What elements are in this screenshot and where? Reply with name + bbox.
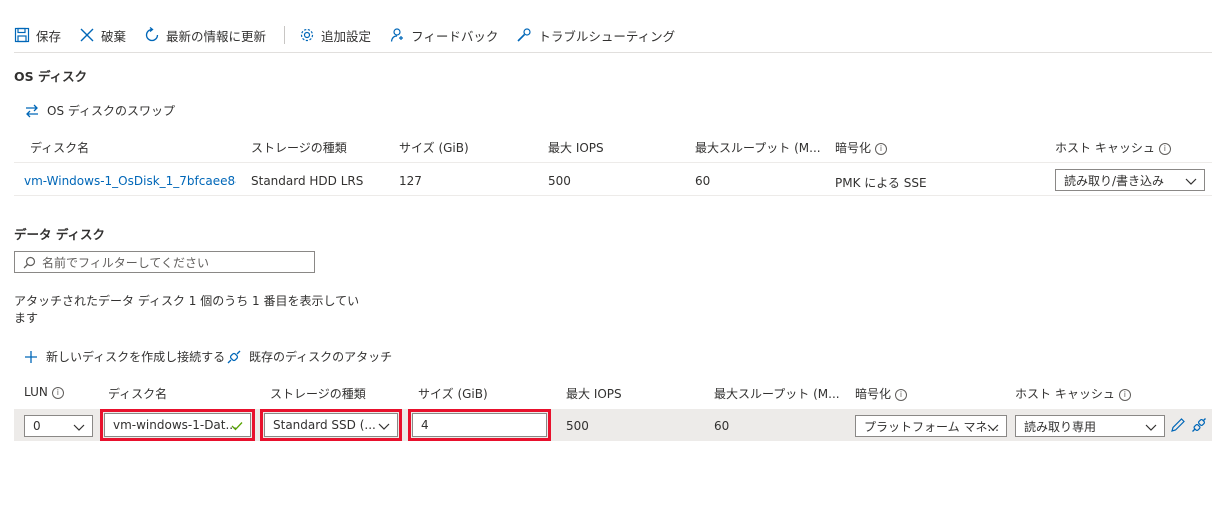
swap-icon <box>26 104 38 117</box>
data-disk-encryption-select[interactable]: プラットフォーム マネ... <box>855 415 1007 437</box>
info-icon[interactable]: i <box>875 142 888 155</box>
refresh-label: 最新の情報に更新 <box>166 28 267 44</box>
filter-input[interactable]: 名前でフィルターしてください <box>14 251 315 273</box>
data-col-iops: 最大 IOPS <box>566 387 622 401</box>
search-icon <box>23 256 36 268</box>
chevron-down-icon <box>1145 424 1157 431</box>
data-disk-encryption-value: プラットフォーム マネ... <box>864 419 999 434</box>
info-icon[interactable]: i <box>895 388 908 401</box>
filter-placeholder: 名前でフィルターしてください <box>42 255 210 270</box>
create-attach-disk-button[interactable]: 新しいディスクを作成し接続する <box>24 348 225 365</box>
save-button[interactable]: 保存 <box>14 26 61 45</box>
data-col-storage: ストレージの種類 <box>270 387 366 401</box>
os-disk-name-link[interactable]: vm-Windows-1_OsDisk_1_7bfcaee84c <box>24 174 236 188</box>
save-icon <box>14 27 30 43</box>
additional-settings-button[interactable]: 追加設定 <box>299 26 371 45</box>
lun-value: 0 <box>33 419 41 433</box>
attach-existing-disk-button[interactable]: 既存のディスクのアタッチ <box>226 348 392 365</box>
swap-os-disk-label: OS ディスクのスワップ <box>47 104 176 118</box>
data-disk-size-value: 4 <box>421 418 429 432</box>
os-disk-throughput: 60 <box>695 174 711 188</box>
save-label: 保存 <box>36 28 62 44</box>
os-host-cache-value: 読み取り/書き込み <box>1064 173 1165 188</box>
os-col-size: サイズ (GiB) <box>399 141 469 155</box>
close-icon <box>80 28 94 42</box>
discard-label: 破棄 <box>101 28 127 44</box>
data-disk-storage-value: Standard SSD (... <box>273 418 376 432</box>
troubleshoot-button[interactable]: トラブルシューティング <box>516 26 675 45</box>
os-col-encryption: 暗号化 i <box>835 139 888 156</box>
os-disk-storage: Standard HDD LRS <box>251 174 364 188</box>
data-col-cache-label: ホスト キャッシュ <box>1015 387 1115 401</box>
toolbar-divider <box>14 52 1212 53</box>
data-col-encryption: 暗号化 i <box>855 385 908 402</box>
chevron-down-icon <box>987 424 999 431</box>
os-host-cache-select[interactable]: 読み取り/書き込み <box>1055 169 1205 191</box>
chevron-down-icon <box>73 424 85 431</box>
os-row-divider <box>14 195 1212 196</box>
checkmark-icon <box>231 422 243 431</box>
data-col-lun: LUN i <box>24 385 64 399</box>
data-col-name: ディスク名 <box>108 387 168 401</box>
swap-os-disk-button[interactable]: OS ディスクのスワップ <box>24 102 175 119</box>
gear-icon <box>300 28 314 42</box>
data-disk-summary-line1: アタッチされたデータ ディスク 1 個のうち 1 番目を表示してい <box>14 294 360 308</box>
os-col-storage: ストレージの種類 <box>251 141 347 155</box>
os-col-cache: ホスト キャッシュ i <box>1055 139 1171 156</box>
os-disk-title: OS ディスク <box>14 69 88 84</box>
data-col-lun-label: LUN <box>24 385 48 399</box>
info-icon[interactable]: i <box>1158 142 1171 155</box>
lun-select[interactable]: 0 <box>24 415 93 437</box>
data-disk-name-select[interactable]: vm-windows-1-Dat... <box>104 413 251 437</box>
data-disk-host-cache-select[interactable]: 読み取り専用 <box>1015 415 1165 437</box>
os-col-throughput: 最大スループット (M... <box>695 141 821 155</box>
data-disk-throughput: 60 <box>714 419 730 433</box>
info-icon[interactable]: i <box>1118 388 1131 401</box>
data-disk-name-value: vm-windows-1-Dat... <box>113 418 237 432</box>
os-col-cache-label: ホスト キャッシュ <box>1055 141 1155 155</box>
info-icon[interactable]: i <box>51 386 64 399</box>
toolbar-separator <box>284 26 286 44</box>
data-col-size: サイズ (GiB) <box>418 387 488 401</box>
data-disk-size-input[interactable]: 4 <box>412 413 547 437</box>
os-col-name: ディスク名 <box>30 141 90 155</box>
chevron-down-icon <box>378 423 390 430</box>
refresh-button[interactable]: 最新の情報に更新 <box>144 26 266 45</box>
attach-existing-disk-label: 既存のディスクのアタッチ <box>249 350 393 364</box>
command-bar: 保存 破棄 最新の情報に更新 追加設定 フィードバック トラブルシューティング <box>14 22 1212 48</box>
data-disk-iops: 500 <box>566 419 589 433</box>
feedback-icon <box>390 28 404 42</box>
detach-icon[interactable] <box>1191 417 1207 433</box>
refresh-icon <box>145 27 159 42</box>
additional-settings-label: 追加設定 <box>321 28 372 44</box>
data-disk-title: データ ディスク <box>14 227 105 242</box>
os-disk-iops: 500 <box>548 174 571 188</box>
data-col-throughput: 最大スループット (M... <box>714 387 840 401</box>
os-col-iops: 最大 IOPS <box>548 141 604 155</box>
create-attach-disk-label: 新しいディスクを作成し接続する <box>46 350 226 364</box>
chevron-down-icon <box>1185 178 1197 185</box>
data-disk-storage-select[interactable]: Standard SSD (... <box>264 413 398 437</box>
wrench-icon <box>517 28 531 42</box>
data-disk-summary-line2: ます <box>14 311 39 325</box>
attach-icon <box>227 350 241 363</box>
troubleshoot-label: トラブルシューティング <box>538 28 676 44</box>
os-disk-size: 127 <box>399 174 422 188</box>
data-col-encryption-label: 暗号化 <box>855 387 892 401</box>
edit-icon[interactable] <box>1170 417 1186 433</box>
os-col-encryption-label: 暗号化 <box>835 141 872 155</box>
plus-icon <box>25 350 37 363</box>
data-disk-host-cache-value: 読み取り専用 <box>1024 419 1097 434</box>
discard-button[interactable]: 破棄 <box>79 26 126 45</box>
feedback-label: フィードバック <box>411 28 499 44</box>
feedback-button[interactable]: フィードバック <box>389 26 498 45</box>
os-header-divider <box>14 162 1212 163</box>
os-disk-encryption: PMK による SSE <box>835 176 927 190</box>
data-col-cache: ホスト キャッシュ i <box>1015 385 1131 402</box>
